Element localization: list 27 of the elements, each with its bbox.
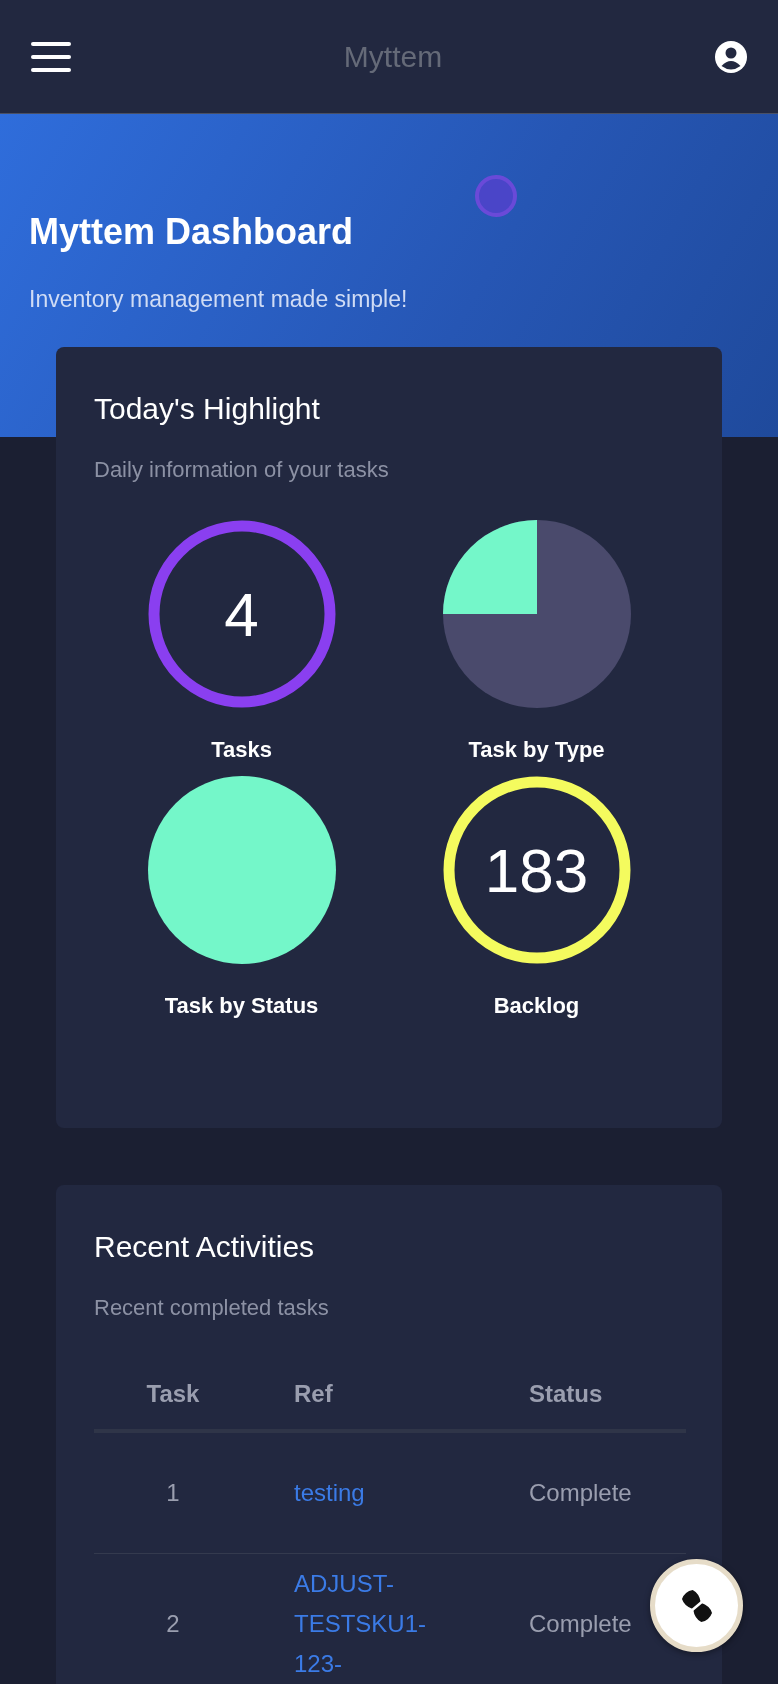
card-title: Today's Highlight <box>94 391 321 427</box>
table-cell-text: Complete <box>529 1479 633 1507</box>
table-cell-text: 2 <box>165 1610 181 1638</box>
column-header: Ref <box>293 1379 334 1409</box>
table-cell-text: 1 <box>165 1479 181 1507</box>
app-title: Myttem <box>343 39 443 74</box>
circle-icon <box>474 174 518 218</box>
column-header: Status <box>529 1380 604 1408</box>
page-subtitle: Inventory management made simple! <box>29 286 409 313</box>
chart-value: 4 <box>224 578 259 650</box>
card-subtitle: Recent completed tasks <box>94 1295 330 1321</box>
chart-label: Task by Type <box>468 737 605 763</box>
card-subtitle: Daily information of your tasks <box>94 457 390 483</box>
page-title: Myttem Dashboard <box>29 210 355 254</box>
menu-button[interactable] <box>30 40 72 73</box>
account-icon <box>714 39 748 74</box>
account-button[interactable] <box>714 39 748 74</box>
card-title: Recent Activities <box>94 1229 316 1265</box>
chart-label: Tasks <box>211 737 272 763</box>
chart-label: Backlog <box>493 993 580 1019</box>
ref-link[interactable]: ADJUST-TESTSKU1-123- <box>294 1564 464 1684</box>
column-header: Task <box>145 1380 201 1408</box>
ref-link[interactable]: testing <box>294 1473 464 1513</box>
table-cell-text: Complete <box>529 1610 633 1638</box>
chart-label: Task by Status <box>164 993 319 1019</box>
menu-icon <box>30 40 72 73</box>
chart-value: 183 <box>484 834 589 906</box>
